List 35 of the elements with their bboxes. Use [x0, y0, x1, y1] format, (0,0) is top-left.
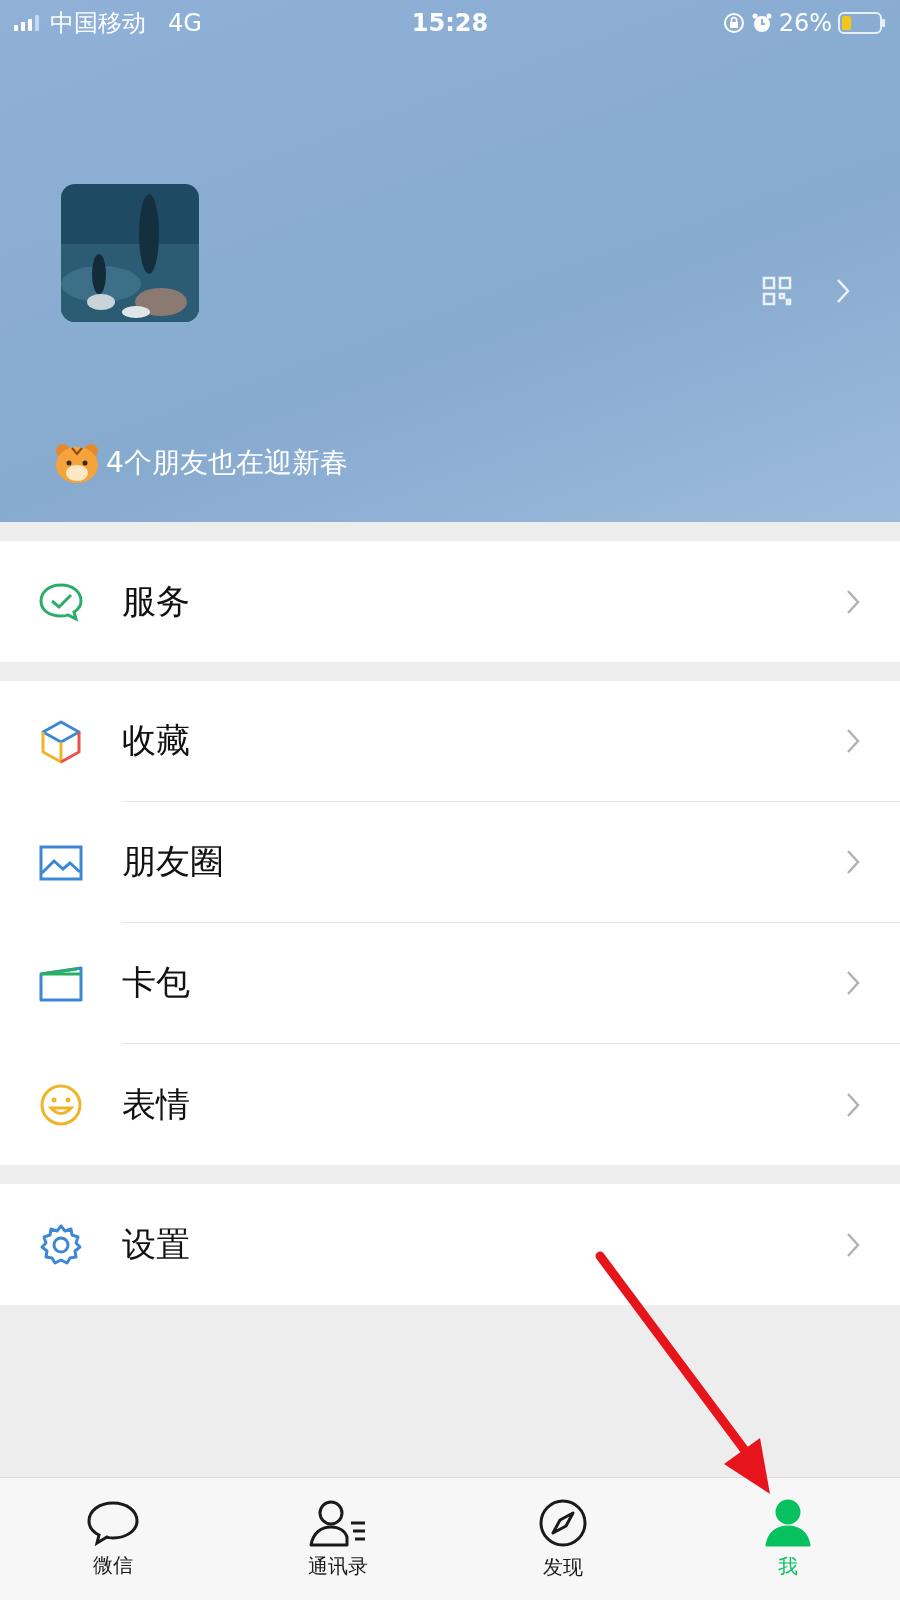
- battery-percent: 26%: [778, 9, 832, 37]
- tab-item[interactable]: 发现: [450, 1478, 675, 1600]
- compass-icon: [537, 1497, 588, 1548]
- chevron-icon[interactable]: [836, 278, 850, 304]
- carrier-name: 中国移动: [50, 8, 146, 39]
- contacts-icon: [308, 1498, 367, 1547]
- menu-item[interactable]: 表情: [0, 1044, 900, 1165]
- signal-icon: [14, 15, 40, 31]
- network-type: 4G: [168, 9, 202, 37]
- image-icon: [39, 844, 83, 881]
- card-icon: [39, 965, 83, 1002]
- rotation-lock-icon: [722, 12, 745, 34]
- cube-icon: [41, 719, 81, 764]
- chevron-icon: [846, 588, 860, 615]
- chevron-icon: [846, 970, 860, 996]
- chevron-icon: [846, 1231, 860, 1258]
- chat-check-icon: [38, 581, 84, 622]
- menu-item[interactable]: 朋友圈: [0, 802, 900, 923]
- menu-item[interactable]: 设置: [0, 1184, 900, 1305]
- qr-code-icon[interactable]: [762, 276, 792, 306]
- chevron-icon: [846, 728, 860, 754]
- tab-item[interactable]: 通讯录: [225, 1478, 450, 1600]
- menu-item[interactable]: 卡包: [0, 923, 900, 1044]
- tiger-icon: [54, 442, 100, 484]
- menu-item[interactable]: 服务: [0, 541, 900, 662]
- chat-icon: [85, 1499, 140, 1546]
- menu-item[interactable]: 收藏: [0, 681, 900, 802]
- tab-item[interactable]: 微信: [0, 1478, 225, 1600]
- chevron-icon: [846, 849, 860, 875]
- chevron-icon: [846, 1091, 860, 1118]
- smiley-icon: [39, 1082, 83, 1127]
- alarm-icon: [750, 12, 773, 34]
- settings-icon: [39, 1222, 83, 1267]
- status-time: 15:28: [411, 9, 489, 37]
- battery-icon: [838, 12, 886, 34]
